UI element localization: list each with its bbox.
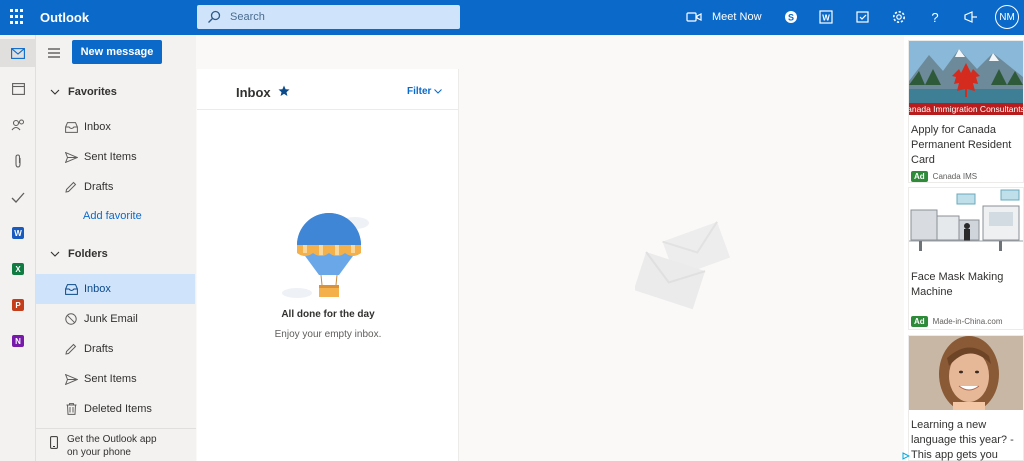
hot-air-balloon-illustration [282,213,369,298]
get-outlook-app-link[interactable]: Get the Outlook app on your phone [36,428,196,461]
onenote-icon[interactable]: N [0,327,36,355]
app-name[interactable]: Outlook [40,10,89,25]
empty-state-title: All done for the day [281,309,375,320]
ad-title: Learning a new language this year? - Thi… [911,419,1014,461]
ad-card[interactable]: anada Immigration Consultants Apply for … [907,40,1024,183]
ad-card[interactable]: Face Mask Making Machine Ad Made-in-Chin… [908,187,1024,330]
folder-item-junk-email[interactable]: Junk Email [36,304,195,334]
folder-item-label: Drafts [84,343,114,355]
word-icon[interactable]: W [817,8,835,26]
skype-icon[interactable]: S [782,8,800,26]
word-icon[interactable]: W [0,219,36,247]
filter-label: Filter [407,86,432,97]
folders-header[interactable]: Folders [36,241,196,267]
folder-item-sent-items[interactable]: Sent Items [36,364,195,394]
folder-item-drafts[interactable]: Drafts [36,334,195,364]
waffle-icon[interactable] [10,9,26,25]
search-placeholder: Search [230,11,265,23]
svg-text:?: ? [931,10,938,24]
powerpoint-icon[interactable]: P [0,291,36,319]
folder-item-inbox[interactable]: Inbox [36,274,195,304]
folder-item-label: Junk Email [84,313,138,325]
phone-icon [50,436,58,449]
folder-item-label: Deleted Items [84,403,152,415]
inbox-icon [64,283,78,295]
new-message-button[interactable]: New message [72,40,162,64]
excel-icon[interactable]: X [0,255,36,283]
list-title: Inbox [236,85,271,100]
adchoices-icon[interactable] [902,452,910,460]
send-icon [64,373,78,385]
add-favorite-link[interactable]: Add favorite [83,210,142,222]
ad-title: Apply for Canada Permanent Resident Card [911,124,1012,166]
favorite-item-inbox[interactable]: Inbox [36,112,195,142]
ad-image-mask-machine [909,188,1023,262]
ad-image-woman [909,336,1023,412]
top-bar: Outlook Search Meet Now S W ? NM [0,0,1024,35]
message-list: Inbox Filter All done for the day Enjoy … [197,69,459,461]
favorite-item-label: Sent Items [84,151,137,163]
help-icon[interactable]: ? [926,8,944,26]
search-icon [208,10,221,23]
ad-source: Canada IMS [932,172,978,181]
favorite-item-label: Inbox [84,121,111,133]
chevron-down-icon [50,251,60,257]
send-icon [64,151,78,163]
ad-image-canada: anada Immigration Consultants [907,41,1024,115]
star-icon[interactable] [278,85,290,97]
app-rail: W X P N [0,35,36,461]
megaphone-icon[interactable] [962,8,980,26]
folder-item-deleted-items[interactable]: Deleted Items [36,394,195,424]
folder-item-label: Inbox [84,283,111,295]
favorites-title: Favorites [68,86,117,98]
meet-now-button[interactable]: Meet Now [712,11,762,23]
todo-icon[interactable] [854,8,872,26]
ad-title: Face Mask Making Machine [911,271,1004,298]
envelopes-illustration [635,221,731,310]
attachment-icon[interactable] [0,147,36,175]
video-icon[interactable] [685,8,703,26]
ad-footer: Ad Canada IMS [911,171,977,182]
pencil-icon [65,343,77,355]
empty-state-subtitle: Enjoy your empty inbox. [274,329,382,340]
hamburger-icon[interactable] [48,48,60,58]
block-icon [65,313,77,325]
chevron-down-icon [434,89,443,94]
favorites-header[interactable]: Favorites [36,79,196,105]
tasks-icon[interactable] [0,183,36,211]
pencil-icon [65,181,77,193]
ad-badge: Ad [911,316,928,327]
filter-button[interactable]: Filter [407,86,443,97]
message-list-header: Inbox Filter [197,69,459,110]
gear-icon[interactable] [890,8,908,26]
favorite-item-label: Drafts [84,181,114,193]
content-top-strip [197,35,904,69]
avatar[interactable]: NM [995,5,1019,29]
ad-card[interactable]: Learning a new language this year? - Thi… [908,335,1024,461]
people-icon[interactable] [0,111,36,139]
search-input[interactable]: Search [197,5,460,29]
get-app-line2: on your phone [67,447,131,458]
ad-badge: Ad [911,171,928,182]
ad-source: Made-in-China.com [932,317,1003,326]
inbox-icon [64,121,78,133]
folders-title: Folders [68,248,108,260]
folder-pane: New message Favorites Inbox Sent Items D… [36,35,196,461]
reading-pane [460,69,904,461]
favorite-item-sent-items[interactable]: Sent Items [36,142,195,172]
folder-item-label: Sent Items [84,373,137,385]
trash-icon [66,403,76,415]
svg-text:W: W [822,14,830,23]
calendar-icon[interactable] [0,75,36,103]
svg-text:S: S [788,13,794,23]
get-app-line1: Get the Outlook app [67,434,157,445]
mail-icon[interactable] [0,39,36,67]
ad-footer: Ad Made-in-China.com [911,316,1002,327]
ad-column: anada Immigration Consultants Apply for … [904,35,1024,461]
chevron-down-icon [50,89,60,95]
ad-banner-text: anada Immigration Consultants [909,104,1023,114]
favorite-item-drafts[interactable]: Drafts [36,172,195,202]
